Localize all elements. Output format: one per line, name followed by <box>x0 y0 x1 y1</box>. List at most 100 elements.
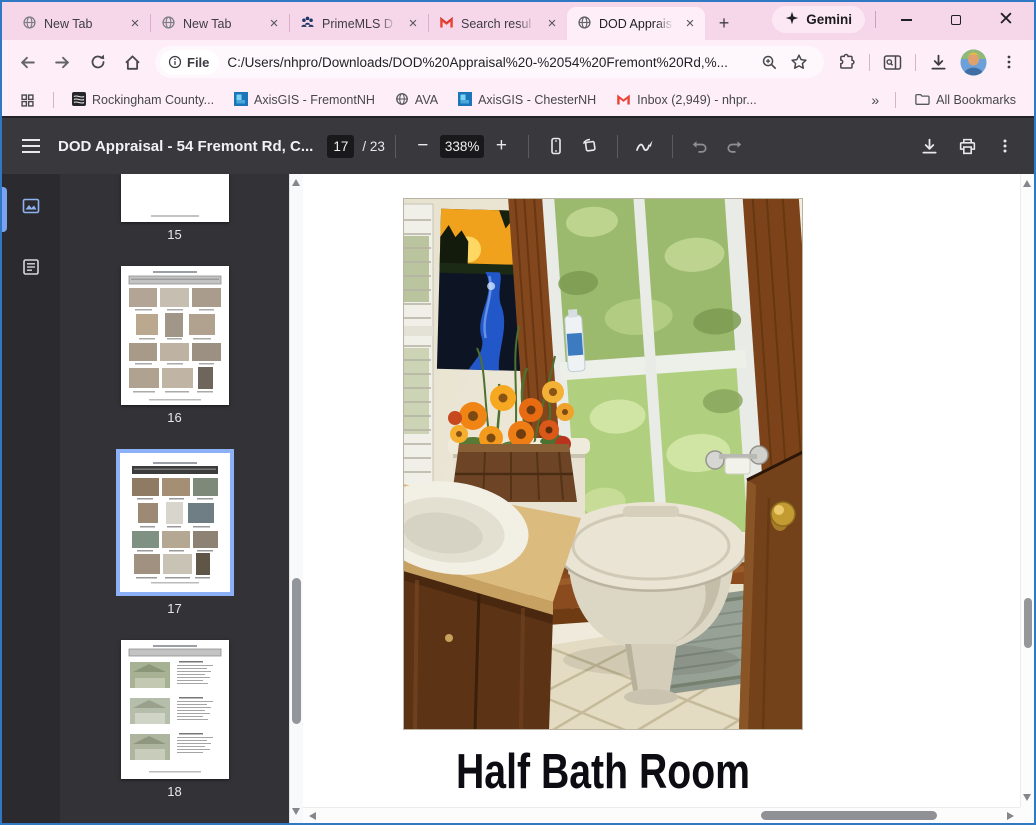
thumbnail-label: 17 <box>167 601 181 616</box>
primemls-icon <box>300 15 315 33</box>
bookmark-label: AxisGIS - ChesterNH <box>478 93 596 107</box>
bookmark-ava[interactable]: AVA <box>389 89 444 112</box>
new-tab-button[interactable]: + <box>711 10 737 36</box>
separator <box>395 135 396 158</box>
pdf-more-options-kebab-icon[interactable] <box>988 129 1022 163</box>
browser-menu-kebab-icon[interactable] <box>992 46 1025 79</box>
chip-label: File <box>187 55 209 70</box>
thumbnail-label: 18 <box>167 784 181 799</box>
reload-button[interactable] <box>81 46 114 79</box>
forward-button[interactable] <box>46 46 79 79</box>
thumbnail-page-16[interactable] <box>121 266 229 405</box>
tab-close-icon[interactable]: × <box>682 16 698 32</box>
bookmark-rockingham[interactable]: Rockingham County... <box>66 89 220 112</box>
axisgis-icon <box>234 92 248 109</box>
address-bar[interactable]: File C:/Users/nhpro/Downloads/DOD%20Appr… <box>155 46 824 78</box>
side-panel-search-icon[interactable] <box>876 46 909 79</box>
tab-new-tab-1[interactable]: New Tab × <box>12 7 150 40</box>
scroll-up-arrow[interactable] <box>1023 180 1031 187</box>
globe-icon <box>577 15 592 33</box>
minimize-button[interactable] <box>886 5 926 35</box>
zoom-out-button[interactable]: − <box>406 129 440 163</box>
thumbnail-page-17-selected[interactable] <box>116 449 234 596</box>
tab-primemls[interactable]: PrimeMLS D × <box>290 7 428 40</box>
site-info-chip[interactable]: File <box>160 50 219 75</box>
thumbnails-view-button[interactable] <box>14 189 48 223</box>
separator <box>53 92 54 108</box>
pdf-menu-icon[interactable] <box>14 129 48 163</box>
scrollbar-thumb[interactable] <box>1024 598 1032 648</box>
tabstrip-right: Gemini ✕ <box>772 2 1034 40</box>
axisgis-icon <box>458 92 472 109</box>
thumbnails-scrollbar[interactable] <box>289 174 303 823</box>
scrollbar-thumb[interactable] <box>292 578 301 724</box>
minimize-icon <box>901 19 912 21</box>
fit-page-button[interactable] <box>539 129 573 163</box>
undo-button[interactable] <box>683 129 717 163</box>
bookmarks-bar: Rockingham County... AxisGIS - FremontNH… <box>2 84 1034 116</box>
profile-avatar[interactable] <box>957 46 990 79</box>
page-total-label: / 23 <box>362 139 385 154</box>
tab-search-results[interactable]: Search resul × <box>429 7 567 40</box>
apps-grid-icon[interactable] <box>14 90 41 111</box>
bookmark-label: Rockingham County... <box>92 93 214 107</box>
bookmark-star-icon[interactable] <box>784 47 814 77</box>
scrollbar-thumb[interactable] <box>761 811 937 820</box>
zoom-level-input[interactable]: 338% <box>440 135 485 158</box>
viewer-horizontal-scrollbar[interactable] <box>303 807 1020 823</box>
tab-new-tab-2[interactable]: New Tab × <box>151 7 289 40</box>
bookmark-label: AVA <box>415 93 438 107</box>
tab-close-icon[interactable]: × <box>544 16 560 32</box>
tab-dod-appraisal-active[interactable]: DOD Apprais × <box>567 7 705 40</box>
thumbnail-page-18[interactable] <box>121 640 229 779</box>
pdf-body: 15 <box>2 174 1034 823</box>
tab-close-icon[interactable]: × <box>127 16 143 32</box>
pdf-download-button[interactable] <box>912 129 946 163</box>
bookmark-label: Inbox (2,949) - nhpr... <box>637 93 757 107</box>
rotate-button[interactable] <box>573 129 607 163</box>
pdf-print-button[interactable] <box>950 129 984 163</box>
globe-icon <box>395 92 409 109</box>
tab-close-icon[interactable]: × <box>266 16 282 32</box>
all-bookmarks-button[interactable]: All Bookmarks <box>908 89 1022 112</box>
folder-icon <box>914 92 930 109</box>
extensions-icon[interactable] <box>830 46 863 79</box>
maximize-button[interactable] <box>936 5 976 35</box>
close-button[interactable]: ✕ <box>986 5 1026 35</box>
gemini-button[interactable]: Gemini <box>772 6 865 33</box>
address-toolbar: File C:/Users/nhpro/Downloads/DOD%20Appr… <box>2 40 1034 84</box>
globe-icon <box>161 15 176 33</box>
bookmark-axisgis-fremont[interactable]: AxisGIS - FremontNH <box>228 89 381 112</box>
annotate-pen-icon[interactable] <box>628 129 662 163</box>
scroll-left-arrow[interactable] <box>309 812 316 820</box>
gmail-icon <box>439 16 454 31</box>
scroll-right-arrow[interactable] <box>1007 812 1014 820</box>
bookmark-inbox[interactable]: Inbox (2,949) - nhpr... <box>610 90 763 111</box>
thumbnail-page-15[interactable] <box>121 174 229 222</box>
tab-close-icon[interactable]: × <box>405 16 421 32</box>
separator <box>895 92 896 108</box>
back-button[interactable] <box>11 46 44 79</box>
zoom-in-button[interactable]: + <box>484 129 518 163</box>
zoom-page-icon[interactable] <box>754 47 784 77</box>
scroll-down-arrow[interactable] <box>292 808 300 815</box>
browser-window: New Tab × New Tab × PrimeMLS D × Search … <box>0 0 1036 825</box>
scroll-down-arrow[interactable] <box>1023 794 1031 801</box>
home-button[interactable] <box>116 46 149 79</box>
viewer-vertical-scrollbar[interactable] <box>1020 174 1034 807</box>
tab-label: Search resul <box>461 17 537 31</box>
bookmarks-overflow-chevron[interactable]: » <box>865 92 883 108</box>
thumbnail-label: 16 <box>167 410 181 425</box>
bookmark-axisgis-chester[interactable]: AxisGIS - ChesterNH <box>452 89 602 112</box>
pdf-page-viewer[interactable]: Half Bath Room <box>303 174 1034 823</box>
outline-view-button[interactable] <box>14 250 48 284</box>
scroll-up-arrow[interactable] <box>292 179 300 186</box>
page-number-input[interactable]: 17 <box>327 135 354 158</box>
separator <box>915 54 916 71</box>
bookmark-label: AxisGIS - FremontNH <box>254 93 375 107</box>
thumbnails-panel: 15 <box>60 174 289 823</box>
half-bath-photo <box>403 198 803 730</box>
downloads-button[interactable] <box>922 46 955 79</box>
gmail-icon <box>616 93 631 108</box>
redo-button[interactable] <box>717 129 751 163</box>
